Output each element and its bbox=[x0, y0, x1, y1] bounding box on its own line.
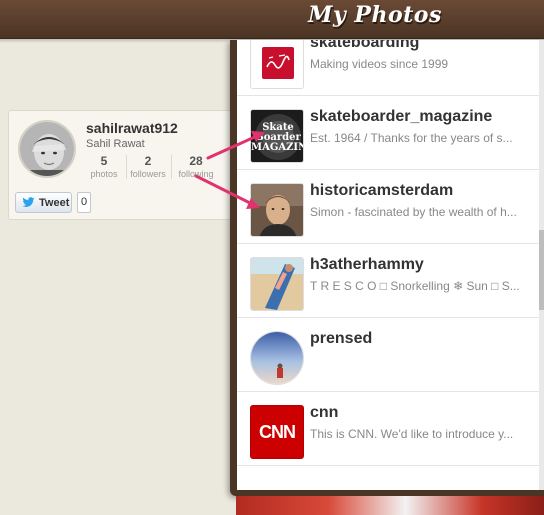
tweet-count: 0 bbox=[77, 192, 91, 213]
list-item[interactable]: CNN cnn This is CNN. We'd like to introd… bbox=[237, 392, 539, 466]
user-name[interactable]: prensed bbox=[310, 330, 372, 348]
user-name[interactable]: skateboarding bbox=[310, 40, 419, 52]
stat-followers[interactable]: 2 followers bbox=[126, 154, 170, 179]
background-photo-strip bbox=[236, 496, 544, 515]
list-item[interactable]: Skate Boarder MAGAZINE skateboarder_maga… bbox=[237, 96, 539, 170]
sky-photo bbox=[251, 332, 303, 384]
user-thumbnail[interactable] bbox=[250, 40, 304, 89]
list-item[interactable]: h3atherhammy T R E S C O □ Snorkelling ❄… bbox=[237, 244, 539, 318]
twitter-bird-icon bbox=[22, 197, 35, 207]
following-list-viewport: skateboarding Making videos since 1999 S… bbox=[237, 40, 539, 490]
scrollbar[interactable] bbox=[539, 40, 544, 490]
user-thumbnail[interactable]: Skate Boarder MAGAZINE bbox=[250, 109, 304, 163]
stat-photos[interactable]: 5 photos bbox=[82, 154, 126, 179]
user-thumbnail[interactable] bbox=[250, 183, 304, 237]
following-list: skateboarding Making videos since 1999 S… bbox=[237, 40, 539, 466]
user-name[interactable]: historicamsterdam bbox=[310, 182, 453, 200]
profile-card: sahilrawat912 Sahil Rawat 5 photos 2 fol… bbox=[8, 110, 234, 220]
app-header: My Photos bbox=[0, 0, 544, 39]
stat-photos-label: photos bbox=[90, 169, 118, 179]
user-bio: Est. 1964 / Thanks for the years of s... bbox=[310, 131, 513, 145]
stat-following-label: following bbox=[178, 169, 214, 179]
scrollbar-thumb[interactable] bbox=[539, 230, 544, 310]
following-panel: skateboarding Making videos since 1999 S… bbox=[230, 40, 544, 496]
avatar-photo bbox=[20, 122, 74, 176]
profile-username[interactable]: sahilrawat912 bbox=[86, 120, 178, 136]
user-thumbnail[interactable]: CNN bbox=[250, 405, 304, 459]
user-bio: Making videos since 1999 bbox=[310, 57, 449, 71]
profile-fullname: Sahil Rawat bbox=[86, 138, 145, 150]
list-item[interactable]: historicamsterdam Simon - fascinated by … bbox=[237, 170, 539, 244]
stat-divider bbox=[171, 155, 172, 179]
stat-following-count: 28 bbox=[189, 154, 203, 168]
cnn-logo-text: CNN bbox=[259, 422, 296, 442]
user-thumbnail[interactable] bbox=[250, 331, 304, 385]
avatar[interactable] bbox=[18, 120, 76, 178]
list-item[interactable]: skateboarding Making videos since 1999 bbox=[237, 40, 539, 96]
user-thumbnail[interactable] bbox=[250, 257, 304, 311]
stat-photos-count: 5 bbox=[100, 154, 108, 168]
user-bio: Simon - fascinated by the wealth of h... bbox=[310, 205, 517, 219]
user-bio: T R E S C O □ Snorkelling ❄ Sun □ S... bbox=[310, 279, 520, 293]
tweet-button-label: Tweet bbox=[39, 196, 70, 209]
stat-followers-count: 2 bbox=[144, 154, 152, 168]
user-name[interactable]: h3atherhammy bbox=[310, 256, 424, 274]
user-bio: This is CNN. We'd like to introduce y... bbox=[310, 427, 514, 441]
stat-following[interactable]: 28 following bbox=[174, 154, 218, 179]
list-item[interactable]: prensed bbox=[237, 318, 539, 392]
man-portrait-photo bbox=[251, 184, 303, 236]
user-name[interactable]: cnn bbox=[310, 404, 338, 422]
magazine-logo-text: Skate Boarder MAGAZINE bbox=[251, 122, 303, 153]
tweet-button[interactable]: Tweet bbox=[15, 192, 72, 213]
user-name[interactable]: skateboarder_magazine bbox=[310, 108, 492, 126]
beach-photo bbox=[251, 258, 303, 310]
app-title: My Photos bbox=[308, 2, 442, 28]
stat-followers-label: followers bbox=[130, 169, 166, 179]
skateboarding-logo-icon bbox=[251, 40, 303, 88]
